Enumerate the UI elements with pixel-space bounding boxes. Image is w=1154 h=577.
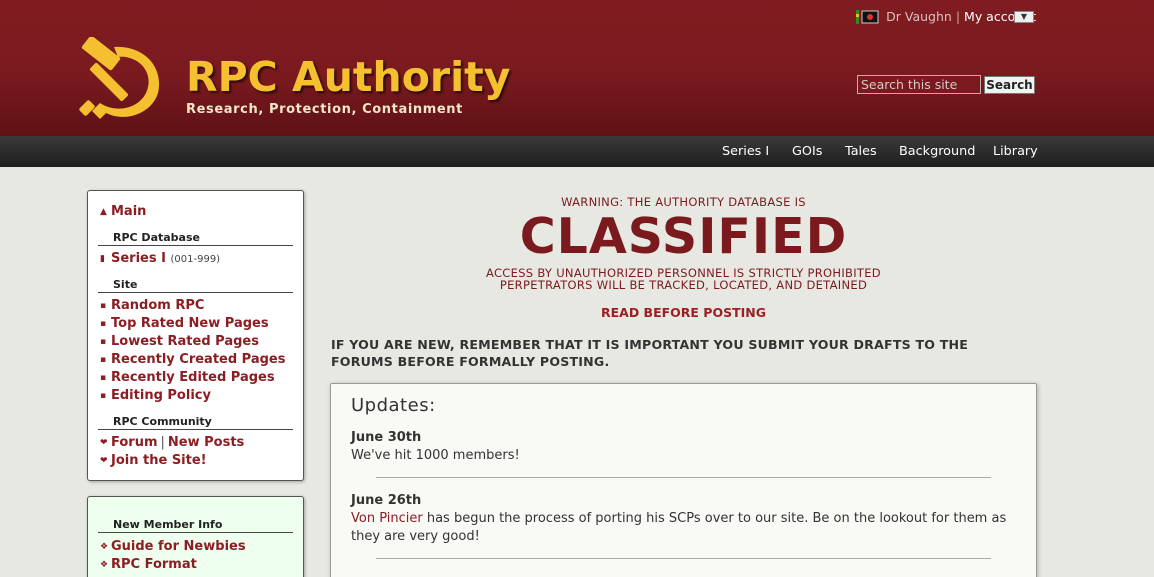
home-icon: ▲ — [100, 207, 107, 217]
hammer-sickle-logo[interactable] — [74, 37, 166, 121]
side-item-lowest-rated[interactable]: ▪ Lowest Rated Pages — [100, 334, 259, 349]
site-title[interactable]: RPC Authority — [186, 53, 510, 101]
side-item-series-i[interactable]: ▮ Series I (001-999) — [100, 251, 220, 266]
side-heading-site: Site — [98, 278, 293, 293]
forum-link[interactable]: Forum — [111, 435, 158, 450]
username-link[interactable]: Dr Vaughn — [886, 9, 952, 24]
user-link-von-pincier[interactable]: Von Pincier — [351, 511, 423, 526]
forum-separator: | — [160, 435, 165, 450]
side-item-top-rated[interactable]: ▪ Top Rated New Pages — [100, 316, 269, 331]
update-date: June 26th — [351, 493, 422, 508]
side-item-main-label: Main — [111, 204, 147, 219]
diamond-bullet: ❖ — [100, 542, 109, 552]
site-header: RPC Authority Research, Protection, Cont… — [0, 0, 1154, 136]
side-item-label: Editing Policy — [111, 388, 211, 403]
updates-box: Updates: June 30th We've hit 1000 member… — [330, 383, 1037, 577]
search-input[interactable] — [857, 75, 981, 94]
square-bullet: ▪ — [100, 355, 107, 365]
side-item-label: Random RPC — [111, 298, 205, 313]
speech-bubble-icon: ❤ — [100, 438, 108, 448]
search-button[interactable]: Search — [984, 76, 1035, 94]
updates-title: Updates: — [351, 395, 436, 416]
access-warning-line-2: PERPETRATORS WILL BE TRACKED, LOCATED, A… — [499, 278, 868, 292]
speech-bubble-icon: ❤ — [100, 456, 108, 466]
top-nav: Series I GOIs Tales Background Library — [0, 136, 1154, 167]
join-link-label: Join the Site! — [111, 453, 207, 468]
side-item-recently-created[interactable]: ▪ Recently Created Pages — [100, 352, 286, 367]
account-separator: | — [955, 9, 961, 24]
warning-line: WARNING: THE AUTHORITY DATABASE IS — [561, 195, 806, 209]
side-item-main[interactable]: ▲ Main — [100, 204, 146, 219]
nav-background[interactable]: Background — [899, 144, 975, 159]
account-area: Dr Vaughn | My account — [856, 9, 1036, 24]
classified-heading: CLASSIFIED — [519, 208, 848, 265]
side-heading-rpc-database: RPC Database — [98, 231, 293, 246]
nav-tales[interactable]: Tales — [845, 144, 877, 159]
new-member-notice: IF YOU ARE NEW, REMEMBER THAT IT IS IMPO… — [331, 337, 969, 369]
nav-library[interactable]: Library — [993, 144, 1038, 159]
update-divider — [376, 558, 991, 559]
side-item-recently-edited[interactable]: ▪ Recently Edited Pages — [100, 370, 275, 385]
side-item-label: Guide for Newbies — [111, 539, 246, 554]
side-item-guide-newbies[interactable]: ❖ Guide for Newbies — [100, 539, 246, 554]
side-item-rpc-format[interactable]: ❖ RPC Format — [100, 557, 197, 572]
side-item-editing-policy[interactable]: ▪ Editing Policy — [100, 388, 211, 403]
side-menu: ▲ Main RPC Database ▮ Series I (001-999) S… — [87, 190, 304, 481]
side-item-label: Top Rated New Pages — [111, 316, 269, 331]
square-bullet: ▪ — [100, 373, 107, 383]
series-range-note: (001-999) — [170, 254, 221, 265]
square-bullet: ▪ — [100, 319, 107, 329]
update-date: June 30th — [351, 430, 422, 445]
site-subtitle: Research, Protection, Containment — [186, 102, 463, 117]
nav-gois[interactable]: GOIs — [792, 144, 822, 159]
new-posts-link[interactable]: New Posts — [168, 435, 244, 450]
user-status-icon — [856, 10, 879, 24]
read-before-posting-link[interactable]: READ BEFORE POSTING — [330, 305, 1037, 320]
update-divider — [376, 477, 991, 478]
square-bullet: ▪ — [100, 301, 107, 311]
side-item-random-rpc[interactable]: ▪ Random RPC — [100, 298, 204, 313]
side-item-label: Recently Created Pages — [111, 352, 286, 367]
diamond-bullet: ❖ — [100, 560, 109, 570]
square-bullet: ▪ — [100, 337, 107, 347]
nav-series-i[interactable]: Series I — [722, 144, 769, 159]
side-item-label: Lowest Rated Pages — [111, 334, 259, 349]
side-item-forum-row: ❤ Forum | New Posts — [100, 435, 244, 450]
page-icon: ▮ — [100, 254, 105, 264]
new-member-box: New Member Info ❖ Guide for Newbies ❖ RPC … — [87, 496, 304, 577]
side-item-series-label: Series I — [111, 251, 166, 266]
side-heading-new-member: New Member Info — [98, 518, 293, 533]
update-text: We've hit 1000 members! — [351, 448, 520, 463]
square-bullet: ▪ — [100, 391, 107, 401]
side-heading-community: RPC Community — [98, 415, 293, 430]
side-item-label: RPC Format — [111, 557, 197, 572]
update-text: Von Pincier has begun the process of por… — [351, 510, 1021, 546]
update-text-body: has begun the process of porting his SCP… — [351, 511, 1007, 544]
side-item-label: Recently Edited Pages — [111, 370, 275, 385]
side-item-join[interactable]: ❤ Join the Site! — [100, 453, 207, 468]
account-dropdown-button[interactable]: ▼ — [1014, 11, 1034, 23]
